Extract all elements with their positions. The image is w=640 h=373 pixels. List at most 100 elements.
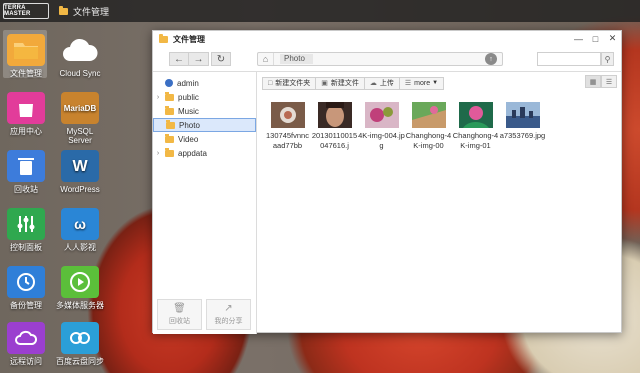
file-item[interactable]: Changhong-4K-img-00 [405, 102, 452, 151]
new-folder-icon: □ [268, 79, 273, 87]
desktop-icon-control-panel[interactable]: 控制面板 [0, 208, 52, 252]
window-title: 文件管理 [173, 35, 205, 44]
list-view-icon[interactable]: ☰ [601, 75, 617, 88]
maximize-button[interactable]: □ [587, 31, 604, 46]
sidebar-item-appdata[interactable]: › appdata [153, 146, 256, 160]
cloud-icon [7, 322, 45, 354]
window-controls: — □ ✕ [570, 31, 621, 46]
folder-icon [165, 105, 174, 115]
file-name: 4K-img-004.jpg [358, 131, 405, 150]
refresh-icon: ↻ [216, 53, 226, 65]
folder-icon [59, 5, 68, 15]
address-bar[interactable]: ⌂ Photo [257, 52, 503, 66]
new-file-button[interactable]: ▣ 新建文件 [316, 76, 365, 90]
file-item[interactable]: 130745fvnncaad77bb [264, 102, 311, 151]
desktop-icon-label: 文件管理 [10, 69, 42, 78]
recycle-bin-button[interactable]: 🗑 回收站 [157, 299, 202, 330]
my-share-label: 我的分享 [214, 318, 243, 325]
toolbar: □ 新建文件夹 ▣ 新建文件 ☁ 上传 ☰ more ▼ [262, 75, 621, 91]
back-button[interactable]: ← [169, 52, 189, 66]
desktop-icon-media-server[interactable]: 多媒体服务器 [54, 266, 106, 310]
chevron-right-icon[interactable]: › [153, 150, 163, 157]
taskbar-app-file-manager[interactable]: 文件管理 [59, 5, 109, 18]
sidebar-item-photo[interactable]: Photo [153, 118, 256, 132]
desktop-icon-recycle-bin[interactable]: 回收站 [0, 150, 52, 194]
home-icon[interactable]: ⌂ [258, 53, 274, 65]
file-item[interactable]: 20130110015047616.j [311, 102, 358, 151]
desktop-icon-label: 控制面板 [10, 243, 42, 252]
grid-view-icon[interactable]: ▦ [585, 75, 601, 88]
chevron-down-icon: ▼ [432, 80, 439, 86]
image-thumbnail [270, 102, 305, 128]
cloud-sync-graphic [61, 37, 99, 65]
desktop-icon-file-manager[interactable]: 文件管理 [0, 34, 52, 78]
folder-icon [7, 34, 45, 66]
desktop-icon-rrys[interactable]: ω 人人影视 [54, 208, 106, 252]
chevron-right-icon[interactable]: › [153, 94, 163, 101]
sidebar-item-admin[interactable]: admin [153, 76, 256, 90]
desktop-icon-label: 人人影视 [64, 243, 96, 252]
upload-button[interactable]: ☁ 上传 [364, 76, 400, 90]
image-thumbnail [505, 102, 540, 128]
sliders-icon [7, 208, 45, 240]
folder-icon [159, 34, 168, 43]
search-button[interactable]: ⚲ [601, 52, 614, 66]
rrys-icon: ω [61, 208, 99, 240]
go-up-button[interactable]: ↑ [485, 53, 497, 65]
file-item[interactable]: a7353769.jpg [499, 102, 546, 151]
desktop-icon-mysql[interactable]: MariaDB MySQL Server [54, 92, 106, 145]
close-button[interactable]: ✕ [604, 31, 621, 46]
file-item[interactable]: 4K-img-004.jpg [358, 102, 405, 151]
desktop-icon-label: 百度云盘同步 [56, 357, 104, 366]
file-name: 130745fvnncaad77bb [266, 131, 309, 150]
desktop-icon-label: MySQL Server [66, 127, 94, 145]
desktop-icon-label: Cloud Sync [59, 69, 101, 78]
arrow-left-icon: ← [174, 53, 184, 65]
refresh-button[interactable]: ↻ [211, 52, 231, 66]
folder-icon [165, 147, 174, 157]
shopping-bag-icon [7, 92, 45, 124]
file-name: 20130110015047616.j [311, 131, 358, 150]
menu-icon: ☰ [404, 80, 412, 87]
file-item[interactable]: Changhong-4K-img-01 [452, 102, 499, 151]
sidebar-item-music[interactable]: Music [153, 104, 256, 118]
arrow-up-icon: ↑ [489, 55, 493, 63]
baidu-icon [61, 322, 99, 354]
sidebar-item-label: appdata [178, 148, 207, 158]
sidebar-item-video[interactable]: Video [153, 132, 256, 146]
breadcrumb-photo[interactable]: Photo [280, 54, 313, 64]
desktop-icon-wordpress[interactable]: W WordPress [54, 150, 106, 194]
arrow-right-icon: → [193, 53, 204, 65]
sidebar-item-public[interactable]: › public [153, 90, 256, 104]
forward-button[interactable]: → [189, 52, 209, 66]
trash-icon: 🗑 [173, 303, 186, 314]
desktop-icon-baidu-sync[interactable]: 百度云盘同步 [54, 322, 106, 366]
more-button[interactable]: ☰ more ▼ [399, 76, 445, 90]
minimize-button[interactable]: — [570, 31, 587, 46]
wordpress-icon: W [61, 150, 99, 182]
window-body: admin › public Music Photo Video › appda… [153, 71, 621, 334]
share-icon: ↗ [224, 303, 233, 314]
desktop-icon-app-center[interactable]: 应用中心 [0, 92, 52, 136]
file-name: Changhong-4K-img-01 [452, 131, 499, 150]
sidebar-item-label: Music [178, 106, 199, 116]
new-folder-button[interactable]: □ 新建文件夹 [262, 76, 317, 90]
desktop-icon-label: 备份管理 [10, 301, 42, 310]
folder-icon [165, 91, 174, 101]
desktop-icon-remote-access[interactable]: 远程访问 [0, 322, 52, 366]
clock-icon [7, 266, 45, 298]
image-thumbnail [458, 102, 493, 128]
window-titlebar[interactable]: 文件管理 [153, 31, 621, 48]
search-input[interactable] [537, 52, 601, 66]
file-manager-window: 文件管理 — □ ✕ ← → ↻ ⌂ Photo ↑ ⚲ admin › pub… [152, 30, 622, 334]
user-icon [165, 79, 173, 87]
search-icon: ⚲ [604, 54, 611, 64]
desktop-icon-label: 应用中心 [10, 127, 42, 136]
my-share-button[interactable]: ↗ 我的分享 [206, 299, 251, 330]
upload-icon: ☁ [369, 80, 377, 87]
trash-icon [7, 150, 45, 182]
file-name: Changhong-4K-img-00 [405, 131, 452, 150]
desktop-icon-backup[interactable]: 备份管理 [0, 266, 52, 310]
play-icon [61, 266, 99, 298]
sidebar-item-label: Photo [179, 120, 200, 130]
